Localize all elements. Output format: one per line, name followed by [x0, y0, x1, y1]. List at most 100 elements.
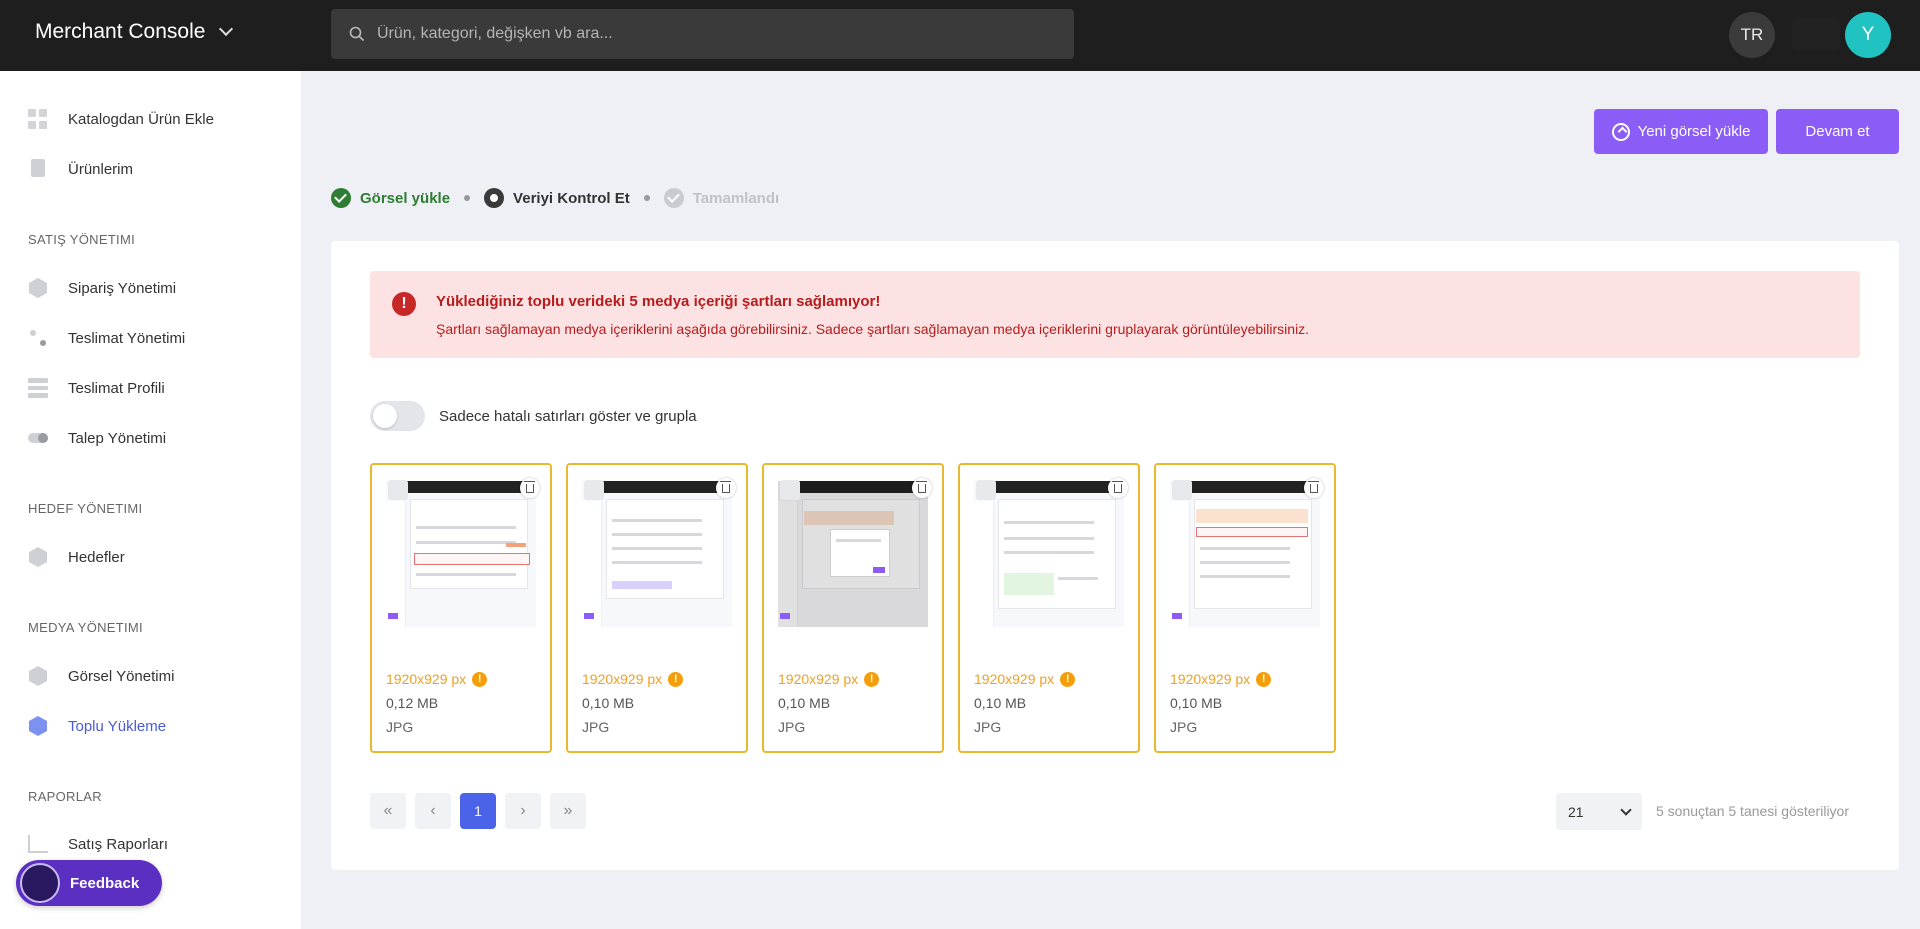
results-summary: 5 sonuçtan 5 tanesi gösteriliyor	[1656, 803, 1849, 819]
page-size-value: 21	[1568, 803, 1584, 820]
warning-icon: !	[864, 671, 880, 687]
select-checkbox[interactable]	[976, 480, 996, 500]
sidebar-item-label: Teslimat Yönetimi	[68, 329, 186, 347]
next-page-button[interactable]: ›	[505, 793, 541, 829]
media-resolution: 1920x929 px!	[974, 671, 1076, 687]
feedback-logo-icon	[20, 863, 60, 903]
sidebar-item-bulk-upload[interactable]: Toplu Yükleme	[28, 716, 166, 736]
warning-icon: !	[472, 671, 488, 687]
sidebar-item-goals[interactable]: Hedefler	[28, 547, 125, 567]
media-item[interactable]: 1920x929 px! 0,10 MB JPG	[762, 463, 944, 753]
error-filter-row: Sadece hatalı satırları göster ve grupla	[370, 401, 697, 431]
app-title: Merchant Console	[35, 20, 206, 43]
sidebar-item-delivery[interactable]: Teslimat Yönetimi	[28, 328, 185, 348]
step-upload: Görsel yükle	[331, 188, 450, 208]
chart-icon	[28, 835, 48, 853]
trash-icon[interactable]	[716, 478, 736, 498]
user-name-area[interactable]	[1792, 18, 1840, 50]
check-circle-icon	[331, 188, 351, 208]
trash-icon[interactable]	[520, 478, 540, 498]
continue-button[interactable]: Devam et	[1776, 109, 1899, 154]
sidebar-item-products[interactable]: Ürünlerim	[28, 159, 133, 179]
trash-icon[interactable]	[1304, 478, 1324, 498]
toggle-icon	[28, 428, 48, 448]
sidebar-item-label: Satış Raporları	[68, 835, 169, 853]
list-icon	[28, 378, 48, 399]
step-label: Veriyi Kontrol Et	[513, 189, 630, 207]
sidebar-item-image-management[interactable]: Görsel Yönetimi	[28, 666, 174, 686]
step-complete: Tamamlandı	[663, 188, 780, 208]
app-switcher[interactable]: Merchant Console	[35, 20, 234, 44]
sidebar-item-sales-reports[interactable]: Satış Raporları	[28, 835, 168, 853]
trash-icon[interactable]	[1108, 478, 1128, 498]
media-thumbnail	[974, 481, 1124, 627]
warning-icon: !	[1256, 671, 1272, 687]
step-label: Tamamlandı	[692, 189, 780, 207]
prev-page-button[interactable]: ‹	[415, 793, 451, 829]
alert-description: Şartları sağlamayan medya içeriklerini a…	[436, 321, 1310, 337]
upload-icon	[29, 716, 47, 736]
sidebar-item-label: Talep Yönetimi	[68, 429, 167, 447]
error-filter-toggle[interactable]	[370, 401, 425, 431]
progress-steps: Görsel yükle Veriyi Kontrol Et Tamamland…	[331, 188, 779, 208]
last-page-button[interactable]: »	[550, 793, 586, 829]
media-type: JPG	[974, 719, 1002, 735]
language-switcher[interactable]: TR	[1729, 12, 1775, 58]
warning-icon: !	[668, 671, 684, 687]
select-checkbox[interactable]	[584, 480, 604, 500]
grid-icon	[28, 109, 48, 129]
media-item[interactable]: 1920x929 px! 0,12 MB JPG	[370, 463, 552, 753]
select-checkbox[interactable]	[1172, 480, 1192, 500]
error-alert: ! Yüklediğiniz toplu verideki 5 medya iç…	[370, 271, 1860, 358]
sidebar: Katalogdan Ürün Ekle Ürünlerim SATIŞ YÖN…	[0, 71, 301, 929]
feedback-label: Feedback	[70, 874, 140, 892]
media-type: JPG	[386, 719, 414, 735]
sidebar-item-catalog-add[interactable]: Katalogdan Ürün Ekle	[28, 109, 214, 129]
section-title-goals: HEDEF YÖNETIMI	[28, 501, 143, 516]
trash-icon[interactable]	[912, 478, 932, 498]
chevron-down-icon	[1620, 803, 1632, 816]
media-thumbnail	[778, 481, 928, 627]
target-icon	[29, 547, 47, 567]
media-size: 0,12 MB	[386, 695, 439, 711]
media-item[interactable]: 1920x929 px! 0,10 MB JPG	[1154, 463, 1336, 753]
sidebar-item-label: Toplu Yükleme	[68, 717, 167, 735]
media-thumbnail	[582, 481, 732, 627]
first-page-button[interactable]: «	[370, 793, 406, 829]
sidebar-item-label: Teslimat Profili	[68, 379, 165, 397]
search-input[interactable]	[377, 25, 1057, 43]
media-thumbnail	[386, 481, 536, 627]
search-bar[interactable]	[331, 9, 1074, 59]
check-circle-icon	[663, 188, 684, 208]
alert-title: Yüklediğiniz toplu verideki 5 medya içer…	[436, 293, 881, 310]
pagination: « ‹ 1 › »	[370, 793, 586, 829]
media-item[interactable]: 1920x929 px! 0,10 MB JPG	[566, 463, 748, 753]
section-title-reports: RAPORLAR	[28, 789, 102, 804]
bag-icon	[28, 159, 48, 179]
avatar[interactable]: Y	[1845, 12, 1891, 58]
media-resolution: 1920x929 px!	[582, 671, 684, 687]
media-size: 0,10 MB	[582, 695, 635, 711]
step-separator	[643, 195, 650, 201]
chevron-down-icon	[219, 21, 234, 37]
select-checkbox[interactable]	[388, 480, 408, 500]
sidebar-item-delivery-profile[interactable]: Teslimat Profili	[28, 378, 165, 399]
media-item[interactable]: 1920x929 px! 0,10 MB JPG	[958, 463, 1140, 753]
image-icon	[29, 666, 47, 686]
page-button-1[interactable]: 1	[460, 793, 496, 829]
feedback-button[interactable]: Feedback	[16, 860, 162, 906]
sidebar-item-label: Katalogdan Ürün Ekle	[68, 110, 214, 128]
media-thumbnail	[1170, 481, 1320, 627]
step-label: Görsel yükle	[360, 189, 451, 207]
route-icon	[28, 328, 48, 348]
sidebar-item-label: Ürünlerim	[68, 160, 134, 178]
step-verify: Veriyi Kontrol Et	[484, 188, 630, 208]
media-size: 0,10 MB	[778, 695, 831, 711]
select-checkbox[interactable]	[780, 480, 800, 500]
upload-new-image-button[interactable]: Yeni görsel yükle	[1594, 109, 1768, 154]
sidebar-item-requests[interactable]: Talep Yönetimi	[28, 428, 166, 448]
toggle-label: Sadece hatalı satırları göster ve grupla	[439, 407, 697, 425]
page-size-select[interactable]: 21	[1556, 793, 1642, 830]
box-icon	[29, 278, 47, 298]
sidebar-item-orders[interactable]: Sipariş Yönetimi	[28, 278, 176, 298]
